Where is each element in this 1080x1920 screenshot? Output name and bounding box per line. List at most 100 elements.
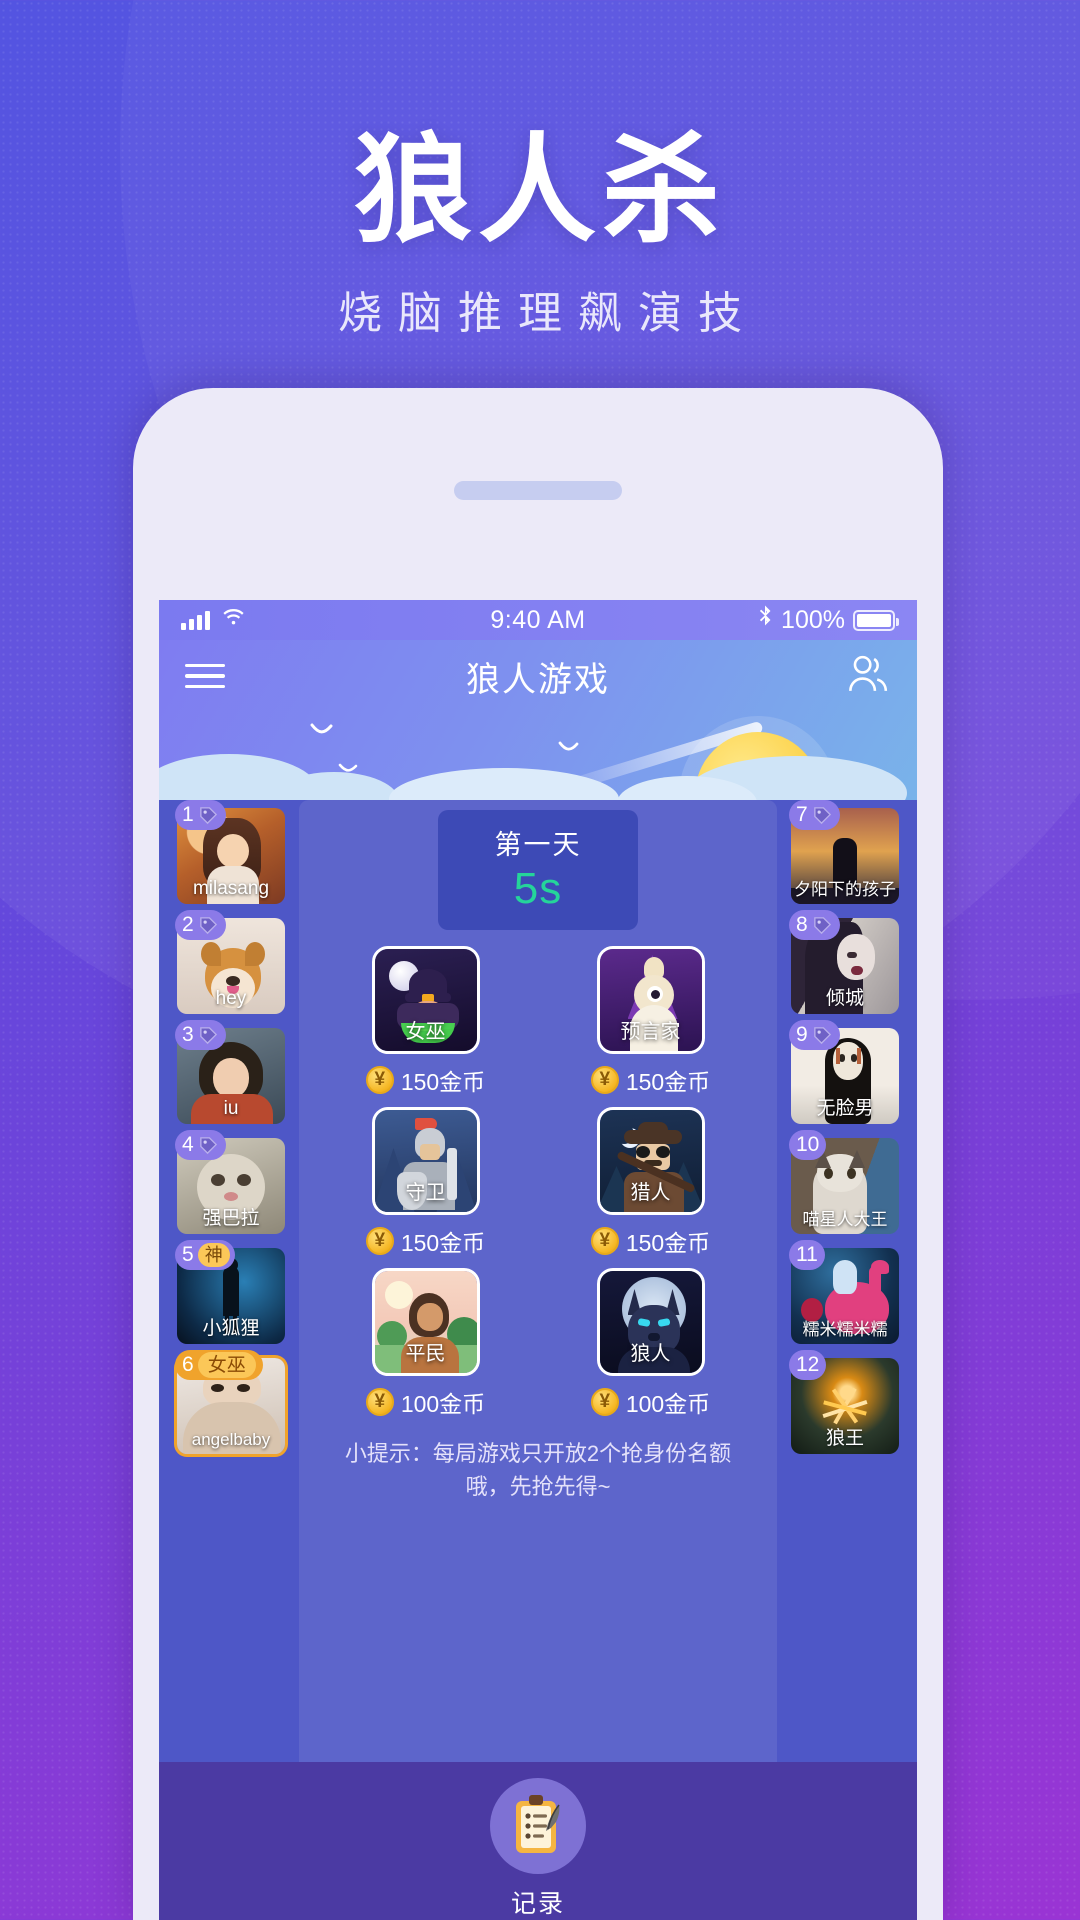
cloud-row xyxy=(159,750,917,800)
tag-icon xyxy=(813,916,831,934)
tag-icon xyxy=(813,806,831,824)
phone-speaker xyxy=(454,481,622,500)
player-card[interactable]: 9 无脸男 xyxy=(789,1020,899,1124)
player-number: 2 xyxy=(182,913,194,936)
player-badge: 5 神 xyxy=(175,1240,235,1270)
role-cell[interactable]: 狼人 ¥ 100金币 xyxy=(590,1268,711,1419)
player-badge: 1 xyxy=(175,800,226,830)
role-name: 狼人 xyxy=(630,1343,671,1365)
player-card[interactable]: 6 女巫 angelbaby xyxy=(175,1350,285,1454)
player-role-badge: 神 xyxy=(197,1243,230,1267)
tip-text: 小提示：每局游戏只开放2个抢身份名额哦，先抢先得~ xyxy=(344,1441,732,1499)
day-panel: 第一天 5s xyxy=(438,810,638,930)
role-cell[interactable]: 猎人 ¥ 150金币 xyxy=(590,1107,711,1258)
hero-section: 狼人杀 烧脑推理飙演技 xyxy=(0,125,1080,341)
player-name: 夕阳下的孩子 xyxy=(794,880,896,899)
role-grid: 女巫 ¥ 150金币 预言家 ¥ 150金币 守卫 ¥ 150金币 猎人 ¥ 1… xyxy=(313,946,763,1419)
tag-icon xyxy=(199,806,217,824)
player-column-left: 1 milasang 2 hey 3 iu 4 强巴拉 5 神 小狐狸 6 女巫… xyxy=(169,800,293,1920)
player-name: 强巴拉 xyxy=(202,1208,260,1229)
tag-icon xyxy=(813,1026,831,1044)
role-card-werewolf[interactable]: 狼人 xyxy=(596,1268,705,1376)
yen-coin-icon: ¥ xyxy=(365,1388,394,1416)
player-number: 9 xyxy=(796,1023,808,1046)
player-card[interactable]: 4 强巴拉 xyxy=(175,1130,285,1234)
role-name: 平民 xyxy=(405,1343,446,1365)
center-panel: 第一天 5s 女巫 ¥ 150金币 预言家 ¥ 150金币 守卫 ¥ 150金币… xyxy=(299,800,777,1920)
role-card-witch[interactable]: 女巫 xyxy=(371,946,480,1054)
role-cell[interactable]: 预言家 ¥ 150金币 xyxy=(590,946,711,1097)
player-number: 5 xyxy=(182,1243,194,1266)
phone-screen: 9:40 AM 100% 狼人游戏 1 milasang 2 hey 3 iu … xyxy=(159,600,917,1920)
tag-icon xyxy=(199,916,217,934)
player-name: angelbaby xyxy=(191,1430,271,1449)
bird-icon xyxy=(309,722,353,738)
yen-coin-icon: ¥ xyxy=(365,1227,394,1255)
role-price: ¥ 150金币 xyxy=(365,1224,486,1258)
player-card[interactable]: 8 倾城 xyxy=(789,910,899,1014)
player-column-right: 7 夕阳下的孩子 8 倾城 9 无脸男 10 喵星人大王 11 糯米糯米糯 12… xyxy=(783,800,907,1920)
hero-subtitle: 烧脑推理飙演技 xyxy=(338,289,758,339)
player-number: 3 xyxy=(182,1023,194,1046)
player-number: 1 xyxy=(182,803,194,826)
player-number: 4 xyxy=(182,1133,194,1156)
role-cell[interactable]: 守卫 ¥ 150金币 xyxy=(365,1107,486,1258)
player-number: 8 xyxy=(796,913,808,936)
role-card-hunter[interactable]: 猎人 xyxy=(596,1107,705,1215)
player-card[interactable]: 12 狼王 xyxy=(789,1350,899,1454)
bottom-bar: 记录 xyxy=(159,1762,917,1920)
role-price: ¥ 100金币 xyxy=(590,1385,711,1419)
player-badge: 9 xyxy=(789,1020,840,1050)
role-card-guard[interactable]: 守卫 xyxy=(371,1107,480,1215)
player-name: 小狐狸 xyxy=(202,1318,260,1339)
role-price: ¥ 150金币 xyxy=(590,1063,711,1097)
yen-coin-icon: ¥ xyxy=(590,1388,619,1416)
app-header: 狼人游戏 xyxy=(159,640,917,712)
player-badge: 4 xyxy=(175,1130,226,1160)
player-card[interactable]: 1 milasang xyxy=(175,800,285,904)
game-body: 1 milasang 2 hey 3 iu 4 强巴拉 5 神 小狐狸 6 女巫… xyxy=(159,800,917,1920)
tag-icon xyxy=(199,1026,217,1044)
tag-icon xyxy=(199,1136,217,1154)
player-number: 11 xyxy=(796,1243,818,1266)
player-card[interactable]: 3 iu xyxy=(175,1020,285,1124)
player-badge: 10 xyxy=(789,1130,827,1160)
player-card[interactable]: 2 hey xyxy=(175,910,285,1014)
bluetooth-icon xyxy=(757,605,773,635)
player-card[interactable]: 11 糯米糯米糯 xyxy=(789,1240,899,1344)
player-name: iu xyxy=(223,1098,239,1119)
player-badge: 7 xyxy=(789,800,840,830)
player-card[interactable]: 7 夕阳下的孩子 xyxy=(789,800,899,904)
role-cell[interactable]: 女巫 ¥ 150金币 xyxy=(365,946,486,1097)
player-card[interactable]: 10 喵星人大王 xyxy=(789,1130,899,1234)
role-price-text: 150金币 xyxy=(625,1230,711,1256)
player-name: 倾城 xyxy=(825,988,864,1009)
yen-coin-icon: ¥ xyxy=(590,1066,619,1094)
role-price: ¥ 100金币 xyxy=(365,1385,485,1419)
player-name: 糯米糯米糯 xyxy=(802,1320,888,1339)
phone-mockup: 9:40 AM 100% 狼人游戏 1 milasang 2 hey 3 iu … xyxy=(133,388,943,1920)
player-name: 喵星人大王 xyxy=(802,1210,888,1229)
day-timer: 5s xyxy=(513,864,563,913)
status-right: 100% xyxy=(757,605,899,635)
role-price: ¥ 150金币 xyxy=(365,1063,486,1097)
hero-title: 狼人杀 xyxy=(353,125,726,257)
yen-coin-icon: ¥ xyxy=(590,1227,619,1255)
player-number: 10 xyxy=(796,1133,820,1156)
player-number: 12 xyxy=(796,1353,820,1376)
role-price-text: 150金币 xyxy=(400,1230,486,1256)
player-badge: 3 xyxy=(175,1020,226,1050)
record-button[interactable] xyxy=(490,1778,586,1874)
role-price-text: 150金币 xyxy=(625,1069,711,1095)
role-price-text: 150金币 xyxy=(400,1069,486,1095)
status-bar: 9:40 AM 100% xyxy=(159,600,917,640)
role-price-text: 100金币 xyxy=(625,1391,711,1417)
player-badge: 11 xyxy=(789,1240,825,1270)
people-icon[interactable] xyxy=(845,654,891,699)
player-card[interactable]: 5 神 小狐狸 xyxy=(175,1240,285,1344)
player-name: 无脸男 xyxy=(816,1098,874,1119)
role-name: 守卫 xyxy=(405,1182,446,1204)
role-cell[interactable]: 平民 ¥ 100金币 xyxy=(365,1268,485,1419)
role-card-seer[interactable]: 预言家 xyxy=(596,946,705,1054)
role-card-villager[interactable]: 平民 xyxy=(371,1268,480,1376)
